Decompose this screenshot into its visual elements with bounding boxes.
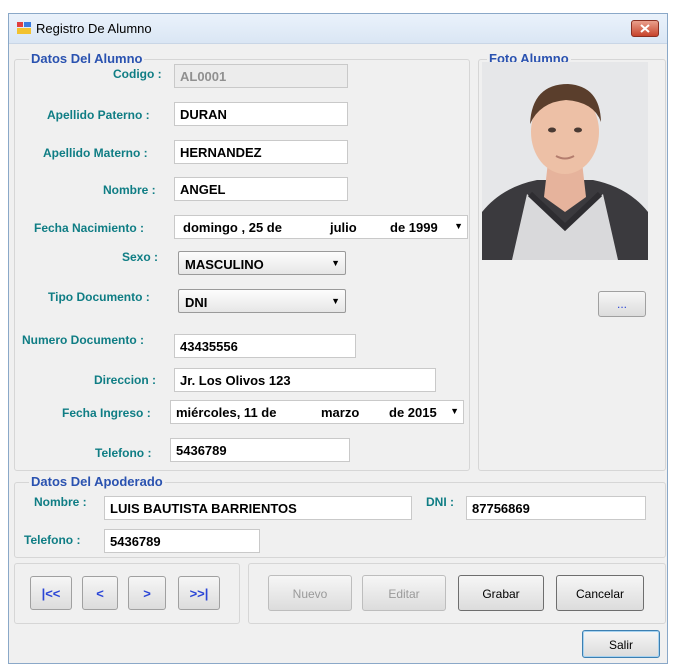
- first-record-label: |<<: [41, 586, 61, 601]
- apoderado-telefono-field[interactable]: 5436789: [104, 529, 260, 553]
- sexo-label: Sexo :: [122, 250, 159, 264]
- nuevo-button[interactable]: Nuevo: [268, 575, 352, 611]
- salir-button[interactable]: Salir: [582, 630, 660, 658]
- chevron-down-icon: ▼: [331, 296, 340, 306]
- window-title: Registro De Alumno: [36, 21, 152, 36]
- fecha-ing-dia: miércoles, 11 de: [176, 405, 277, 420]
- direccion-label: Direccion :: [94, 373, 157, 387]
- close-icon: [640, 24, 650, 33]
- cancelar-button[interactable]: Cancelar: [556, 575, 644, 611]
- sexo-select[interactable]: MASCULINO ▼: [178, 251, 346, 275]
- codigo-field[interactable]: AL0001: [174, 64, 348, 88]
- codigo-label: Codigo :: [113, 67, 162, 81]
- telefono-label: Telefono :: [95, 446, 152, 460]
- apoderado-nombre-field[interactable]: LUIS BAUTISTA BARRIENTOS: [104, 496, 412, 520]
- last-record-label: >>|: [189, 586, 209, 601]
- ap-materno-field[interactable]: HERNANDEZ: [174, 140, 348, 164]
- fecha-ing-mes: marzo: [321, 405, 360, 420]
- fecha-nac-dropdown-icon[interactable]: ▼: [454, 221, 463, 231]
- fecha-ing-dropdown-icon[interactable]: ▼: [450, 406, 459, 416]
- close-button[interactable]: [631, 20, 659, 37]
- title-bar: Registro De Alumno: [9, 14, 667, 44]
- browse-photo-label: ...: [616, 297, 627, 311]
- tipo-doc-select[interactable]: DNI ▼: [178, 289, 346, 313]
- next-record-button[interactable]: >: [128, 576, 166, 610]
- num-doc-field[interactable]: 43435556: [174, 334, 356, 358]
- prev-record-label: <: [96, 586, 104, 601]
- num-doc-label: Numero Documento :: [22, 333, 145, 347]
- app-icon: [17, 22, 31, 34]
- chevron-down-icon: ▼: [331, 258, 340, 268]
- salir-label: Salir: [608, 638, 633, 652]
- apoderado-dni-label: DNI :: [426, 495, 454, 509]
- fecha-ing-picker[interactable]: miércoles, 11 de marzo de 2015 ▼: [170, 400, 464, 424]
- apoderado-legend: Datos Del Apoderado: [29, 474, 165, 489]
- alumno-legend: Datos Del Alumno: [29, 51, 145, 66]
- fecha-nac-anio: de 1999: [390, 220, 438, 235]
- prev-record-button[interactable]: <: [82, 576, 118, 610]
- tipo-doc-label: Tipo Documento :: [48, 290, 150, 304]
- fecha-nac-dia: domingo , 25 de: [183, 220, 282, 235]
- nombre-label: Nombre :: [103, 183, 156, 197]
- grabar-label: Grabar: [482, 587, 520, 601]
- telefono-field[interactable]: 5436789: [170, 438, 350, 462]
- student-photo-image: [482, 62, 648, 260]
- fecha-nac-picker[interactable]: domingo , 25 de julio de 1999 ▼: [174, 215, 468, 239]
- nombre-field[interactable]: ANGEL: [174, 177, 348, 201]
- student-photo: [482, 62, 648, 260]
- nuevo-label: Nuevo: [292, 587, 328, 601]
- grabar-button[interactable]: Grabar: [458, 575, 544, 611]
- fecha-nac-label: Fecha Nacimiento :: [34, 221, 145, 235]
- browse-photo-button[interactable]: ...: [598, 291, 646, 317]
- fecha-nac-mes: julio: [330, 220, 357, 235]
- fecha-ing-anio: de 2015: [389, 405, 437, 420]
- next-record-label: >: [143, 586, 151, 601]
- ap-paterno-field[interactable]: DURAN: [174, 102, 348, 126]
- sexo-value: MASCULINO: [185, 257, 264, 272]
- ap-materno-label: Apellido Materno :: [43, 146, 148, 160]
- ap-paterno-label: Apellido Paterno :: [47, 108, 150, 122]
- tipo-doc-value: DNI: [185, 295, 208, 310]
- fecha-ing-label: Fecha Ingreso :: [62, 406, 151, 420]
- editar-button[interactable]: Editar: [362, 575, 446, 611]
- apoderado-nombre-label: Nombre :: [34, 495, 87, 509]
- first-record-button[interactable]: |<<: [30, 576, 72, 610]
- last-record-button[interactable]: >>|: [178, 576, 220, 610]
- editar-label: Editar: [388, 587, 420, 601]
- cancelar-label: Cancelar: [575, 587, 625, 601]
- apoderado-telefono-label: Telefono :: [24, 533, 81, 547]
- direccion-field[interactable]: Jr. Los Olivos 123: [174, 368, 436, 392]
- apoderado-dni-field[interactable]: 87756869: [466, 496, 646, 520]
